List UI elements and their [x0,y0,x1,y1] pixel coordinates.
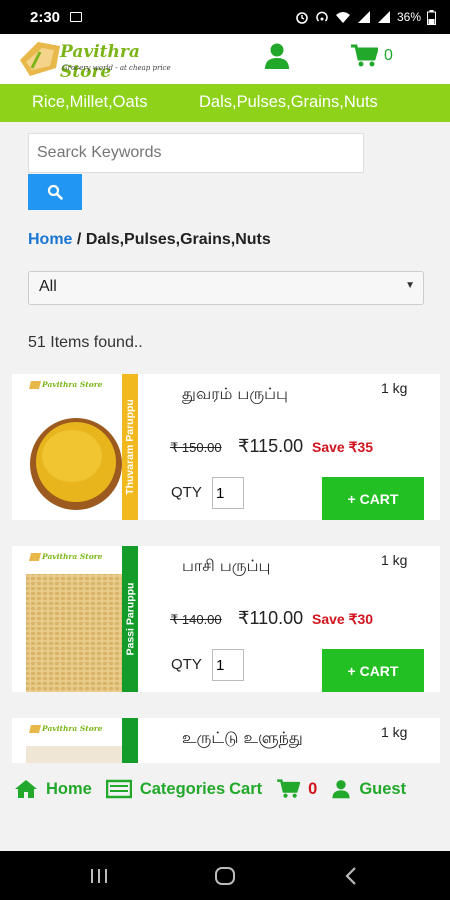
breadcrumb-home-link[interactable]: Home [28,231,72,248]
logo-brand: Pavithra Store [60,42,140,82]
breadcrumb-current: Dals,Pulses,Grains,Nuts [85,231,271,248]
signal-icon-2 [377,11,390,23]
account-button[interactable] [264,42,292,72]
system-navigation-bar [0,851,450,900]
wifi-icon [335,12,350,23]
store-logo[interactable]: Pavithra Store Grocery world - at cheap … [16,38,178,82]
category-dals-pulses[interactable]: Dals,Pulses,Grains,Nuts [199,93,378,112]
add-to-cart-button[interactable]: + CART [322,477,424,520]
nav-cart-label-link[interactable]: Cart [229,780,262,799]
nav-home[interactable]: Home [14,779,92,799]
logo-emblem-icon [20,42,60,76]
nav-cart-label: Cart [229,779,263,798]
qty-label: QTY [171,484,202,501]
user-icon [332,780,350,799]
header-cart-count: 0 [384,47,393,64]
search-button[interactable] [28,174,82,210]
product-name[interactable]: உருட்டு உளுந்து [182,728,303,749]
nav-categories-label: Categories [139,779,226,798]
product-card: Pavithra Store Passi Paruppu பாசி பருப்ப… [12,546,440,692]
battery-icon [427,9,436,25]
alarm-icon [296,12,308,24]
product-thumb-label: Passi Paruppu [122,546,138,692]
search-icon [47,184,63,200]
breadcrumb-separator: / [76,231,82,248]
nav-cart[interactable]: 0 [276,779,317,799]
product-card: Pavithra Store Thuvaram Paruppu துவரம் ப… [12,374,440,520]
add-to-cart-button[interactable]: + CART [322,649,424,692]
search-input[interactable] [28,133,364,173]
status-time: 2:30 [30,8,61,26]
nav-guest[interactable]: Guest [331,779,406,799]
filter-selected-value: All [39,278,57,295]
status-bar: 2:30 36% [0,0,450,34]
logo-tagline: Grocery world - at cheap price [62,64,171,72]
product-savings: Save ₹30 [312,611,374,627]
product-image[interactable]: Pavithra Store [12,546,122,692]
product-name[interactable]: துவரம் பருப்பு [182,384,288,405]
app-header: Pavithra Store Grocery world - at cheap … [0,34,450,84]
nav-home-label: Home [46,779,92,798]
breadcrumb: Home / Dals,Pulses,Grains,Nuts [28,231,271,249]
home-circle-icon[interactable] [214,866,236,886]
cart-icon [351,44,378,67]
product-weight: 1 kg [381,380,408,396]
cart-icon [277,779,301,798]
user-icon [265,43,289,69]
back-chevron-icon[interactable] [344,866,358,886]
nav-categories[interactable]: Categories [105,779,226,799]
bottom-navigation: Home Categories Cart 0 Guest [0,763,450,851]
product-price: ₹110.00 [238,608,304,628]
moong-dal-pack-image [26,574,122,692]
battery-percent: 36% [396,10,421,24]
hotspot-icon [316,11,328,22]
categories-icon [105,779,132,799]
dropdown-arrow-icon: ▼ [405,280,415,291]
toor-dal-bowl-image [30,418,122,510]
product-name[interactable]: பாசி பருப்பு [182,556,270,577]
category-rice-millet-oats[interactable]: Rice,Millet,Oats [32,93,148,112]
nav-guest-label: Guest [359,779,407,798]
result-count: 51 Items found.. [28,334,143,351]
product-weight: 1 kg [381,552,408,568]
qty-input[interactable] [212,649,244,681]
recent-apps-icon[interactable] [90,867,108,885]
product-image[interactable]: Pavithra Store [12,374,122,520]
qty-input[interactable] [212,477,244,509]
image-notification-icon [70,12,83,22]
product-thumb-label-text: Thuvaram Paruppu [124,399,136,495]
product-thumb-label: Thuvaram Paruppu [122,374,138,520]
bottom-nav-row: Home Categories Cart 0 Guest [14,779,420,799]
signal-icon [357,11,370,23]
category-bar: Rice,Millet,Oats Dals,Pulses,Grains,Nuts [0,84,450,122]
product-mrp: ₹ 150.00 [170,440,222,455]
product-price: ₹115.00 [238,436,304,456]
status-icons: 36% [295,9,436,25]
qty-label: QTY [171,656,202,673]
home-icon [15,780,37,798]
category-filter-select[interactable]: All ▼ [28,271,424,305]
product-thumb-label-text: Passi Paruppu [124,582,137,656]
nav-cart-count: 0 [308,779,318,798]
header-cart-button[interactable]: 0 [350,44,393,68]
product-mrp: ₹ 140.00 [170,612,222,627]
product-weight: 1 kg [381,724,408,740]
product-savings: Save ₹35 [312,439,374,455]
